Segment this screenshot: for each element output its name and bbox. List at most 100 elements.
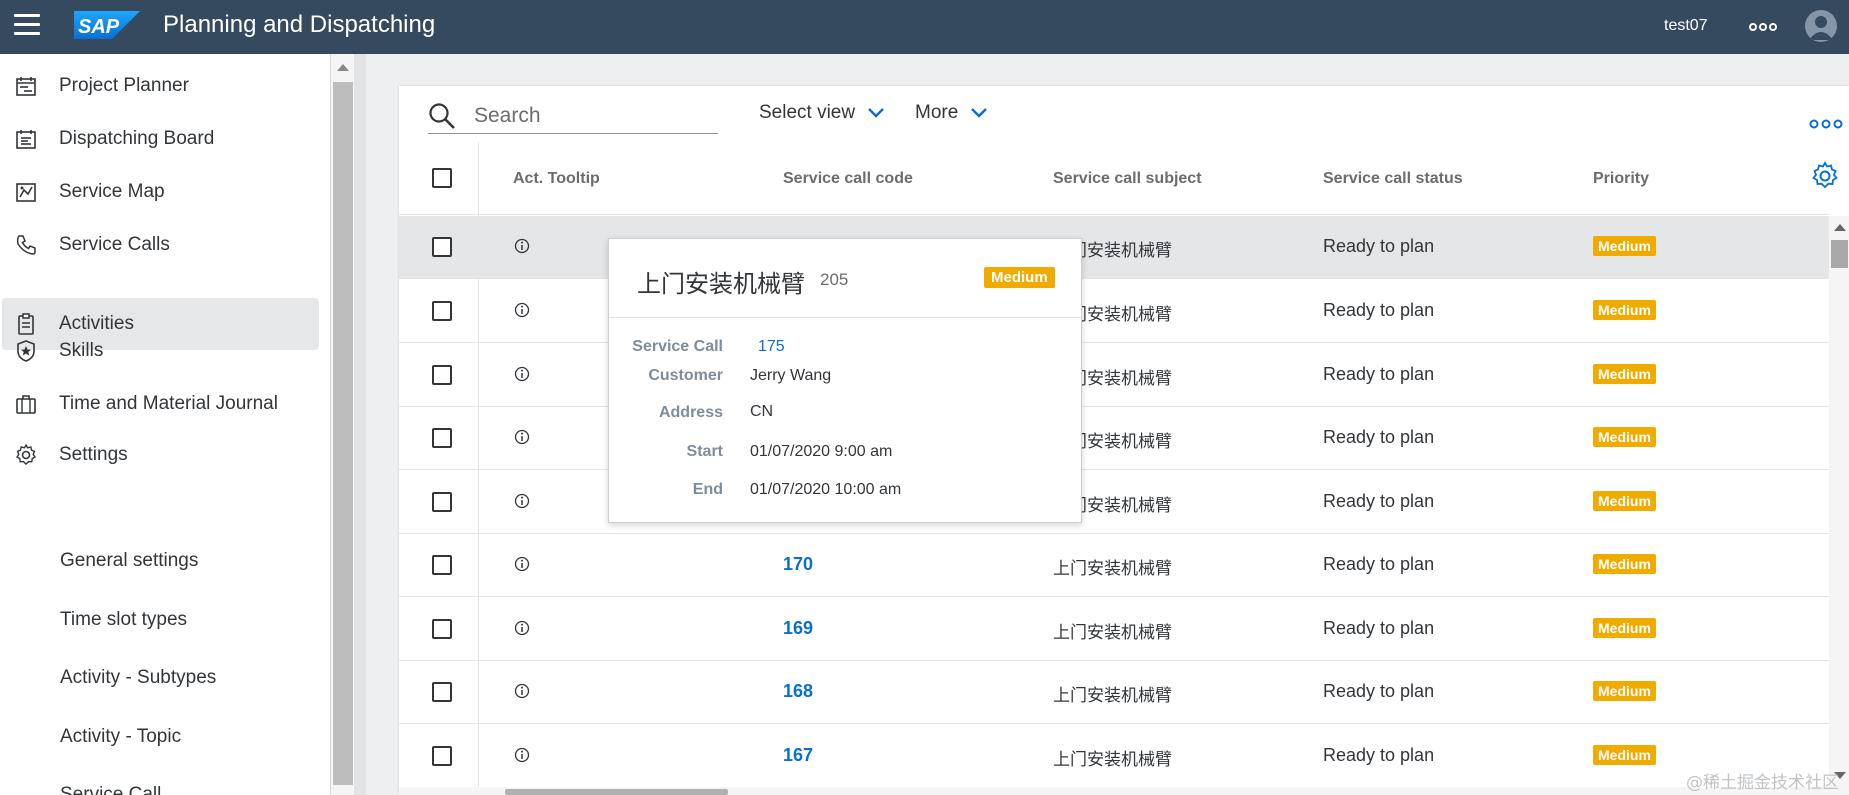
- sidebar-item-service-calls[interactable]: Service Calls: [0, 219, 320, 271]
- service-call-status-cell: Ready to plan: [1323, 491, 1435, 511]
- info-icon[interactable]: [514, 620, 530, 636]
- row-checkbox[interactable]: [432, 301, 452, 321]
- service-call-status-cell: Ready to plan: [1323, 300, 1435, 320]
- sidebar-item-dispatching-board[interactable]: Dispatching Board: [0, 113, 320, 165]
- column-header-act-tooltip[interactable]: Act. Tooltip: [513, 170, 600, 188]
- popover-label-service-call: Service Call: [632, 338, 723, 355]
- watermark: @稀土掘金技术社区: [1686, 773, 1839, 793]
- sidebar-subitem-time-slot-types[interactable]: Time slot types: [60, 609, 187, 631]
- service-call-status-cell: Ready to plan: [1323, 618, 1435, 638]
- sidebar-item-label: Time and Material Journal: [59, 393, 278, 414]
- info-icon[interactable]: [514, 238, 530, 254]
- row-checkbox[interactable]: [432, 619, 452, 639]
- info-icon[interactable]: [514, 747, 530, 763]
- search-input[interactable]: [474, 102, 714, 130]
- chevron-down-icon: [971, 108, 988, 118]
- priority-badge: Medium: [1593, 491, 1656, 511]
- row-checkbox[interactable]: [432, 237, 452, 257]
- sidebar-item-settings[interactable]: Settings: [0, 429, 320, 481]
- sidebar-subitem-general-settings[interactable]: General settings: [60, 550, 198, 572]
- table-scrollbar-thumb[interactable]: [1831, 240, 1848, 268]
- info-icon[interactable]: [514, 493, 530, 509]
- popover-customer-value: Jerry Wang: [750, 367, 832, 384]
- horizontal-scrollbar-thumb[interactable]: [505, 789, 728, 795]
- sidebar-item-label: Service Calls: [59, 234, 170, 255]
- row-checkbox[interactable]: [432, 555, 452, 575]
- table-settings-gear-icon[interactable]: [1810, 161, 1840, 191]
- select-all-checkbox[interactable]: [432, 168, 452, 188]
- table-vertical-scrollbar[interactable]: [1829, 216, 1849, 795]
- row-checkbox[interactable]: [432, 428, 452, 448]
- hamburger-menu-icon[interactable]: [14, 14, 40, 36]
- popover-label-address: Address: [658, 404, 723, 421]
- info-icon[interactable]: [514, 556, 530, 572]
- service-call-code-link[interactable]: 170: [783, 554, 813, 575]
- service-call-status-cell: Ready to plan: [1323, 554, 1435, 574]
- more-label: More: [915, 102, 959, 123]
- sidebar-item-time-material-journal[interactable]: Time and Material Journal: [0, 378, 320, 430]
- column-header-service-call-code[interactable]: Service call code: [783, 170, 913, 188]
- sidebar-item-label: Dispatching Board: [59, 128, 215, 149]
- service-call-subject-cell: 上门安装机械臂: [1053, 686, 1172, 706]
- sidebar-subitem-activity-subtypes[interactable]: Activity - Subtypes: [60, 667, 216, 689]
- info-icon[interactable]: [514, 302, 530, 318]
- service-call-code-link[interactable]: 167: [783, 745, 813, 766]
- sidebar-item-label: Service Map: [59, 181, 165, 202]
- service-call-status-cell: Ready to plan: [1323, 427, 1435, 447]
- priority-badge: Medium: [1593, 745, 1656, 765]
- priority-badge: Medium: [1593, 427, 1656, 447]
- row-checkbox[interactable]: [432, 492, 452, 512]
- service-call-status-cell: Ready to plan: [1323, 236, 1435, 256]
- calendar-board-icon: [16, 130, 36, 149]
- popover-address-value: CN: [750, 403, 774, 420]
- priority-badge: Medium: [1593, 618, 1656, 638]
- column-header-priority[interactable]: Priority: [1593, 170, 1649, 188]
- popover-service-call-link[interactable]: 175: [758, 338, 785, 356]
- scroll-up-icon[interactable]: [1834, 224, 1846, 231]
- gear-icon: [15, 443, 37, 465]
- column-header-service-call-subject[interactable]: Service call subject: [1053, 170, 1202, 188]
- select-view-label: Select view: [759, 102, 856, 123]
- search-field[interactable]: [428, 98, 718, 134]
- select-view-dropdown[interactable]: Select view: [759, 102, 885, 124]
- service-call-status-cell: Ready to plan: [1323, 745, 1435, 765]
- service-call-code-link[interactable]: 169: [783, 618, 813, 639]
- row-checkbox[interactable]: [432, 365, 452, 385]
- priority-badge: Medium: [1593, 300, 1656, 320]
- row-checkbox[interactable]: [432, 746, 452, 766]
- sidebar-subitem-service-call[interactable]: Service Call: [60, 784, 161, 795]
- sidebar-item-label: Settings: [59, 444, 128, 465]
- more-dropdown[interactable]: More: [915, 102, 988, 124]
- info-icon[interactable]: [514, 683, 530, 699]
- map-icon: [16, 183, 36, 202]
- popover-label-end: End: [692, 481, 723, 498]
- panel-more-options-icon[interactable]: [1809, 117, 1843, 131]
- sidebar-item-skills[interactable]: Skills: [0, 325, 320, 377]
- sidebar-item-project-planner[interactable]: Project Planner: [0, 60, 320, 112]
- briefcase-icon: [16, 395, 36, 414]
- service-call-code-link[interactable]: 168: [783, 681, 813, 702]
- user-avatar-icon[interactable]: [1805, 10, 1837, 42]
- service-call-subject-cell: 上门安装机械臂: [1053, 750, 1172, 770]
- service-call-status-cell: Ready to plan: [1323, 681, 1435, 701]
- priority-badge: Medium: [1593, 364, 1656, 384]
- popover-start-value: 01/07/2020 9:00 am: [750, 443, 893, 460]
- service-call-subject-cell: 上门安装机械臂: [1053, 559, 1172, 579]
- row-checkbox[interactable]: [432, 682, 452, 702]
- sidebar-subitem-activity-topic[interactable]: Activity - Topic: [60, 726, 181, 748]
- sidebar-item-label: Project Planner: [59, 75, 189, 96]
- app-title: Planning and Dispatching: [163, 11, 436, 38]
- sidebar-divider: [354, 54, 366, 795]
- activity-tooltip-popover: 上门安装机械臂 205 Medium Service Call 175 Cust…: [608, 238, 1082, 523]
- sidebar-scrollbar-thumb[interactable]: [333, 82, 353, 785]
- column-header-service-call-status[interactable]: Service call status: [1323, 170, 1463, 188]
- popover-title: 上门安装机械臂: [637, 270, 805, 298]
- info-icon[interactable]: [514, 429, 530, 445]
- popover-label-customer: Customer: [648, 367, 723, 384]
- username[interactable]: test07: [1664, 17, 1708, 35]
- search-icon[interactable]: [428, 102, 456, 130]
- scroll-up-icon[interactable]: [337, 64, 349, 71]
- more-options-icon[interactable]: [1748, 20, 1778, 34]
- sidebar-item-service-map[interactable]: Service Map: [0, 166, 320, 218]
- info-icon[interactable]: [514, 366, 530, 382]
